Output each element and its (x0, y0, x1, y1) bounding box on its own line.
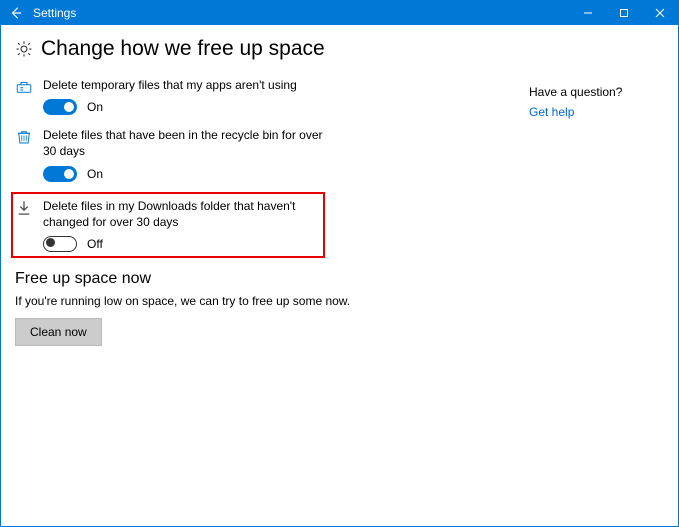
recycle-bin-icon (15, 128, 33, 146)
setting-temp-files-toggle[interactable] (43, 99, 77, 115)
clean-now-button[interactable]: Clean now (15, 318, 102, 346)
page-heading-text: Change how we free up space (41, 37, 325, 61)
setting-recycle-bin-toggle[interactable] (43, 166, 77, 182)
minimize-button[interactable] (570, 1, 606, 25)
temp-files-icon (15, 78, 33, 96)
download-icon (15, 199, 33, 217)
setting-recycle-bin: Delete files that have been in the recyc… (15, 123, 525, 189)
maximize-button[interactable] (606, 1, 642, 25)
highlight-box: Delete files in my Downloads folder that… (11, 192, 325, 258)
back-button[interactable] (1, 1, 31, 25)
setting-downloads-state: Off (87, 237, 103, 251)
freeup-heading: Free up space now (15, 270, 525, 288)
setting-downloads: Delete files in my Downloads folder that… (15, 198, 321, 252)
title-bar: Settings (1, 1, 678, 25)
setting-downloads-toggle[interactable] (43, 236, 77, 252)
back-arrow-icon (9, 6, 23, 20)
question-heading: Have a question? (529, 85, 655, 99)
setting-temp-files: Delete temporary files that my apps aren… (15, 73, 525, 123)
window-title: Settings (31, 6, 76, 20)
gear-icon (15, 40, 33, 58)
setting-recycle-bin-label: Delete files that have been in the recyc… (43, 127, 323, 159)
close-button[interactable] (642, 1, 678, 25)
freeup-description: If you're running low on space, we can t… (15, 294, 525, 308)
setting-downloads-label: Delete files in my Downloads folder that… (43, 198, 321, 230)
right-sidebar: Have a question? Get help (525, 37, 655, 346)
minimize-icon (583, 8, 593, 18)
setting-temp-files-state: On (87, 100, 103, 114)
setting-recycle-bin-state: On (87, 167, 103, 181)
setting-temp-files-label: Delete temporary files that my apps aren… (43, 77, 323, 93)
get-help-link[interactable]: Get help (529, 105, 655, 119)
close-icon (655, 8, 665, 18)
main-pane: Change how we free up space Delete tempo… (15, 37, 525, 346)
maximize-icon (619, 8, 629, 18)
page-title: Change how we free up space (37, 37, 525, 61)
